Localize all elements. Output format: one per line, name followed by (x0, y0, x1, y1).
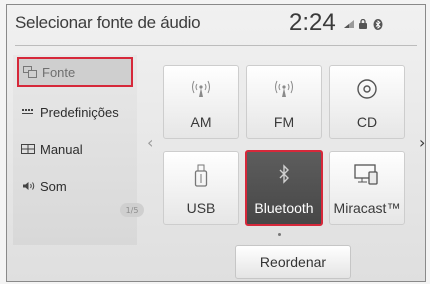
source-tile-usb[interactable]: USB (163, 151, 239, 225)
audio-source-screen: Selecionar fonte de áudio 2:24 Fonte Pre… (6, 4, 426, 282)
sidebar-item-som[interactable]: Som (17, 171, 133, 201)
sidebar-item-fonte[interactable]: Fonte (17, 57, 133, 87)
sidebar-item-label: Fonte (42, 64, 76, 80)
bluetooth-icon (247, 164, 321, 184)
source-label: USB (186, 200, 216, 216)
sound-icon (21, 180, 35, 192)
source-label: Bluetooth (254, 200, 314, 216)
source-tile-bluetooth[interactable]: Bluetooth (245, 150, 323, 226)
signal-icon (343, 19, 355, 29)
source-icon (23, 66, 37, 78)
page-left-arrow[interactable]: ‹ (147, 133, 153, 152)
usb-icon (164, 164, 238, 188)
sidebar-item-manual[interactable]: Manual (17, 134, 133, 164)
header-divider (15, 45, 417, 46)
page-title: Selecionar fonte de áudio (15, 13, 201, 32)
sidebar-item-predefinicoes[interactable]: Predefinições (17, 97, 133, 127)
manual-icon (21, 143, 35, 155)
radio-antenna-icon (164, 78, 238, 98)
radio-antenna-icon (247, 78, 321, 98)
source-label: CD (356, 114, 378, 130)
miracast-icon (330, 164, 404, 186)
source-label: Miracast™ (333, 200, 401, 216)
page-right-arrow[interactable]: › (419, 133, 425, 152)
sidebar-item-label: Manual (40, 141, 83, 157)
source-tile-cd[interactable]: CD (329, 65, 405, 139)
source-label: FM (273, 114, 295, 130)
sidebar-item-label: Som (40, 178, 67, 194)
disc-icon (330, 78, 404, 100)
source-tile-fm[interactable]: FM (246, 65, 322, 139)
lock-icon (358, 19, 368, 30)
reorder-button[interactable]: Reordenar (235, 245, 351, 279)
clock: 2:24 (289, 9, 336, 36)
bluetooth-status-icon (373, 19, 383, 30)
source-tile-miracast[interactable]: Miracast™ (329, 151, 405, 225)
sidebar-scroll-indicator[interactable]: 1/5 (120, 203, 144, 217)
sidebar-item-label: Predefinições (40, 104, 119, 120)
sidebar: Fonte Predefinições Manual Som 1/5 (13, 55, 144, 245)
page-indicator-dot (278, 233, 281, 236)
source-tile-am[interactable]: AM (163, 65, 239, 139)
presets-icon (21, 106, 35, 118)
source-label: AM (190, 114, 212, 130)
